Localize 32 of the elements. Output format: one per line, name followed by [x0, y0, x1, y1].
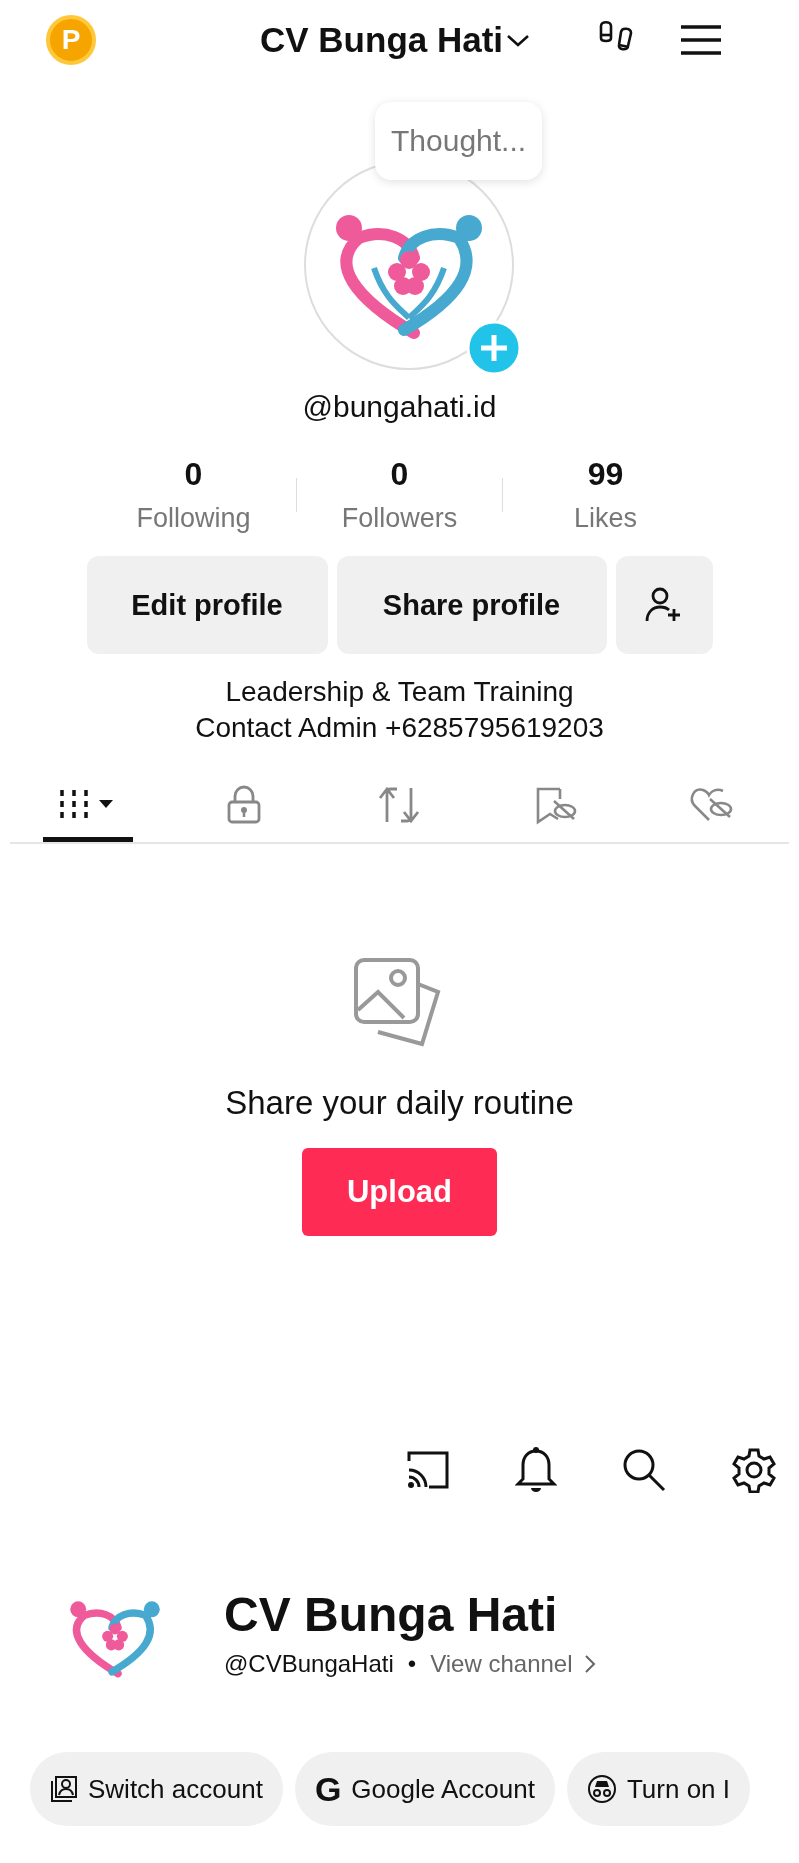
- empty-message: Share your daily routine: [225, 1084, 574, 1122]
- view-channel-link[interactable]: View channel: [430, 1649, 597, 1678]
- profile-button[interactable]: Edit profile: [86, 556, 328, 654]
- google-logo: G: [314, 1769, 342, 1809]
- account-chip[interactable]: Switch account: [30, 1752, 283, 1826]
- bio-line: Contact Admin +6285795619203: [194, 712, 605, 744]
- account-chip[interactable]: G Google Account: [294, 1752, 555, 1826]
- upload-button[interactable]: Upload: [302, 1148, 497, 1236]
- separator-dot: •: [407, 1649, 417, 1678]
- bio-line: Leadership & Team Training: [224, 676, 575, 708]
- cast-icon[interactable]: [405, 1450, 451, 1490]
- stat-count[interactable]: 0: [184, 456, 203, 493]
- note-tooltip[interactable]: Thought...: [375, 102, 543, 180]
- stat-label[interactable]: Following: [136, 503, 251, 534]
- chevron-right-icon: [582, 1652, 597, 1675]
- profile-button[interactable]: Share profile: [336, 556, 607, 654]
- notification-bell-icon[interactable]: [515, 1446, 557, 1494]
- settings-icon[interactable]: [731, 1447, 777, 1493]
- channel-handle: @CVBungaHati: [224, 1649, 394, 1678]
- stat-count[interactable]: 0: [390, 456, 409, 493]
- stat-label[interactable]: Followers: [341, 503, 458, 534]
- account-chip[interactable]: Turn on I: [566, 1752, 750, 1826]
- account-switcher[interactable]: CV Bunga Hati: [260, 20, 532, 60]
- add-friend-button[interactable]: [615, 556, 713, 654]
- menu-icon[interactable]: [679, 23, 724, 57]
- switch-account-icon: [50, 1775, 78, 1803]
- stat-count[interactable]: 99: [587, 456, 624, 493]
- stat-label[interactable]: Likes: [574, 503, 637, 534]
- channel-name: CV Bunga Hati: [224, 1586, 559, 1642]
- profile-handle: @bungahati.id: [301, 390, 498, 424]
- search-icon[interactable]: [621, 1447, 667, 1493]
- incognito-icon: [586, 1774, 617, 1804]
